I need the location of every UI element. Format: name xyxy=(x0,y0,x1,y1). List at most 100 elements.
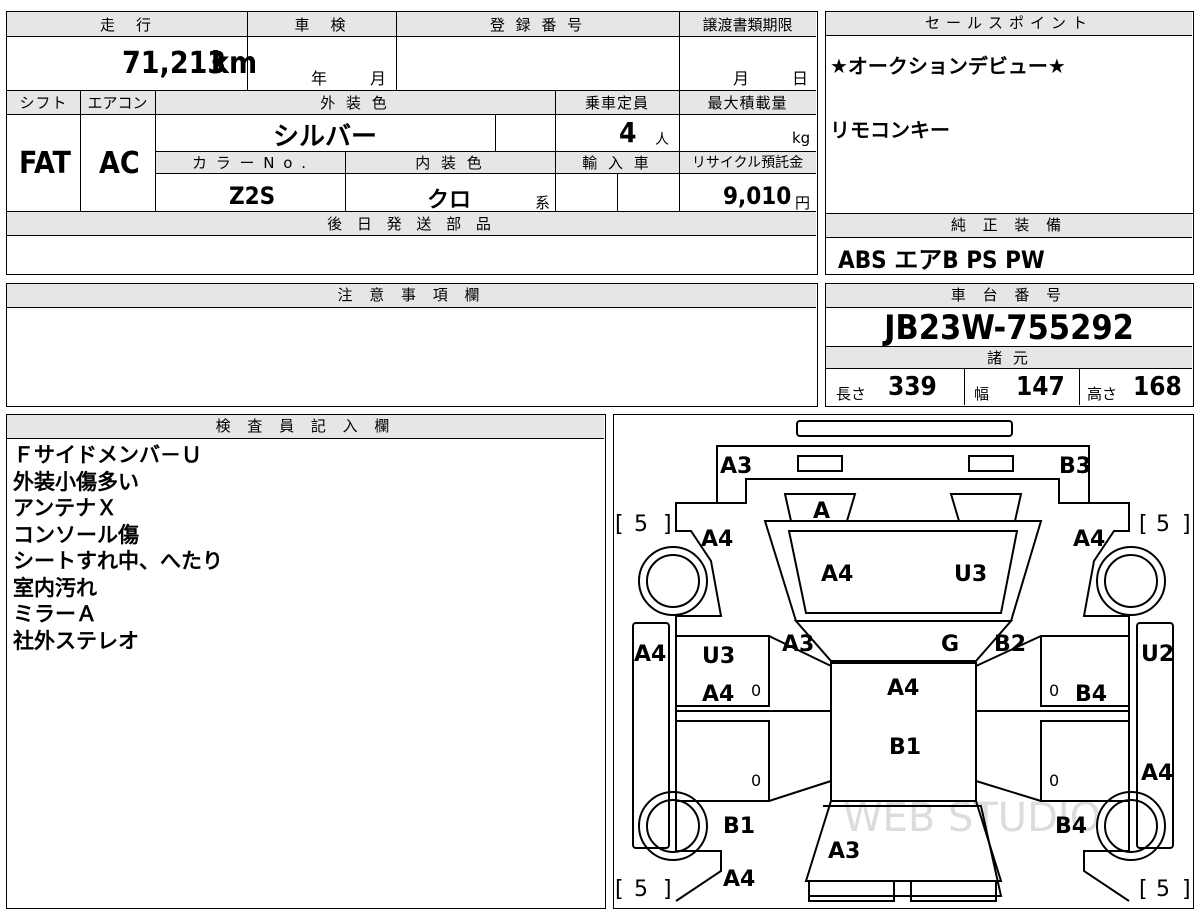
width-value: 147 xyxy=(1016,372,1065,402)
car-diagram: WEB STUDIO [5] [5] [5] [5] A3 B3… xyxy=(615,420,1191,902)
specs-label: 諸 元 xyxy=(987,349,1031,367)
mark-roof-front: A4 xyxy=(887,676,919,701)
caution-label: 注 意 事 項 欄 xyxy=(7,284,816,308)
mark-right-rocker: U2 xyxy=(1141,642,1174,667)
height-label: 高さ xyxy=(1087,385,1118,403)
mark-right-front-door: B4 xyxy=(1075,682,1107,707)
mark-windshield: G xyxy=(941,632,959,657)
inspection-month-unit: 月 xyxy=(370,69,387,88)
note-line: アンテナＸ xyxy=(13,496,118,520)
note-line: 室内汚れ xyxy=(13,575,97,600)
interior-color-suffix: 系 xyxy=(535,194,551,212)
interior-color-value: クロ xyxy=(427,188,472,213)
interior-color-label: 内 装 色 xyxy=(415,154,485,172)
svg-text:[: [ xyxy=(1139,877,1148,902)
note-line: 外装小傷多い xyxy=(13,469,139,494)
tire-tread-front-right: 5 xyxy=(1156,512,1170,537)
length-label: 長さ xyxy=(836,385,867,403)
svg-text:[: [ xyxy=(1139,512,1148,537)
equipment-panel: 純 正 装 備 ABS エアB PS PW xyxy=(825,213,1194,275)
transfer-month-unit: 月 xyxy=(733,69,750,88)
mark-left-a-pillar: A3 xyxy=(782,632,814,657)
zero-mark: 0 xyxy=(1049,771,1059,790)
svg-text:[: [ xyxy=(615,877,624,902)
exterior-color-value: シルバー xyxy=(273,122,378,152)
shift-label: シフト xyxy=(19,94,68,112)
capacity-value: 4 xyxy=(619,116,637,149)
mark-hood-left: A4 xyxy=(821,562,853,587)
sales-points-label: セールスポイント xyxy=(826,12,1192,36)
inspector-notes: Ｆサイドメンバ－Ｕ 外装小傷多い アンテナＸ コンソール傷 シートすれ中、へたり… xyxy=(13,442,223,654)
exterior-color-label: 外 装 色 xyxy=(320,94,390,112)
registration-label: 登 録 番 号 xyxy=(489,16,586,34)
mark-left-rocker: A4 xyxy=(634,642,666,667)
tire-tread-rear-right: 5 xyxy=(1156,877,1170,902)
import-label: 輸 入 車 xyxy=(582,154,652,172)
aircon-label: エアコン xyxy=(87,94,148,112)
max-load-label: 最大積載量 xyxy=(707,94,788,112)
tire-tread-front-left: 5 xyxy=(634,512,648,537)
mark-right-rear-fender: B4 xyxy=(1055,814,1087,839)
mark-left-front-door-lower: A4 xyxy=(702,682,734,707)
sales-point-line-2: リモコンキー xyxy=(830,118,950,142)
max-load-unit: kg xyxy=(792,129,811,147)
recycle-label: リサイクル預託金 xyxy=(691,155,804,171)
sales-point-line-1: ★オークションデビュー★ xyxy=(830,54,1066,78)
shift-value: FAT xyxy=(19,146,71,181)
svg-text:[: [ xyxy=(615,512,624,537)
transfer-day-unit: 日 xyxy=(792,69,809,88)
color-no-value: Z2S xyxy=(229,182,276,210)
capacity-label: 乗車定員 xyxy=(584,94,649,112)
sales-points-panel: セールスポイント ★オークションデビュー★ リモコンキー xyxy=(825,11,1194,214)
color-no-label: カ ラ ー N o . xyxy=(191,154,308,172)
mark-right-a-pillar: B2 xyxy=(994,632,1026,657)
note-line: ミラーＡ xyxy=(13,602,97,626)
svg-text:]: ] xyxy=(1182,877,1191,902)
svg-text:]: ] xyxy=(1182,512,1191,537)
inspector-label: 検 査 員 記 入 欄 xyxy=(7,415,604,439)
zero-mark: 0 xyxy=(1049,681,1059,700)
mark-front-left-corner: A3 xyxy=(720,454,752,479)
chassis-panel: 車 台 番 号 JB23W-755292 諸 元 長さ 339 幅 147 高さ… xyxy=(825,283,1194,407)
mark-right-rear-side: A4 xyxy=(1141,761,1173,786)
chassis-value: JB23W-755292 xyxy=(884,308,1134,348)
transfer-deadline-label: 譲渡書類期限 xyxy=(702,16,793,34)
inspection-year-unit: 年 xyxy=(311,69,328,88)
mark-roof-rear: B1 xyxy=(889,735,921,760)
inspector-panel: 検 査 員 記 入 欄 Ｆサイドメンバ－Ｕ 外装小傷多い アンテナＸ コンソール… xyxy=(6,414,606,909)
note-line: 社外ステレオ xyxy=(13,628,139,653)
mark-left-front-door-upper: U3 xyxy=(702,644,735,669)
height-value: 168 xyxy=(1133,372,1182,402)
mileage-label: 走 行 xyxy=(99,16,154,34)
mark-front-right-fender: A4 xyxy=(1073,527,1105,552)
aircon-value: AC xyxy=(99,146,140,181)
recycle-value: 9,010 xyxy=(723,182,792,210)
capacity-unit: 人 xyxy=(655,132,669,148)
svg-text:]: ] xyxy=(663,877,672,902)
zero-mark: 0 xyxy=(751,771,761,790)
mileage-unit: km xyxy=(211,46,258,81)
mark-hood-right: U3 xyxy=(954,562,987,587)
recycle-unit: 円 xyxy=(795,194,811,212)
damage-diagram-panel: WEB STUDIO [5] [5] [5] [5] A3 B3… xyxy=(613,414,1194,909)
later-parts-label: 後 日 発 送 部 品 xyxy=(327,215,496,233)
vehicle-info-table: 走 行 車 検 登 録 番 号 譲渡書類期限 71,213 km 年 月 月 日… xyxy=(6,11,818,275)
zero-mark: 0 xyxy=(751,681,761,700)
equipment-label: 純 正 装 備 xyxy=(826,214,1192,238)
mark-rear-gate: A3 xyxy=(828,839,860,864)
width-label: 幅 xyxy=(974,385,990,403)
mark-front-right-corner: B3 xyxy=(1059,454,1091,479)
mark-left-rear-fender: B1 xyxy=(723,814,755,839)
mark-grille: A xyxy=(813,499,830,524)
length-value: 339 xyxy=(888,372,937,402)
inspection-label: 車 検 xyxy=(294,16,349,34)
note-line: シートすれ中、へたり xyxy=(13,549,223,573)
caution-panel: 注 意 事 項 欄 xyxy=(6,283,818,407)
mark-front-left-fender: A4 xyxy=(701,527,733,552)
svg-text:]: ] xyxy=(663,512,672,537)
note-line: コンソール傷 xyxy=(13,522,139,547)
tire-tread-rear-left: 5 xyxy=(634,877,648,902)
equipment-value: ABS エアB PS PW xyxy=(838,246,1045,274)
chassis-label: 車 台 番 号 xyxy=(826,284,1192,308)
mark-left-rear-corner: A4 xyxy=(723,867,755,892)
